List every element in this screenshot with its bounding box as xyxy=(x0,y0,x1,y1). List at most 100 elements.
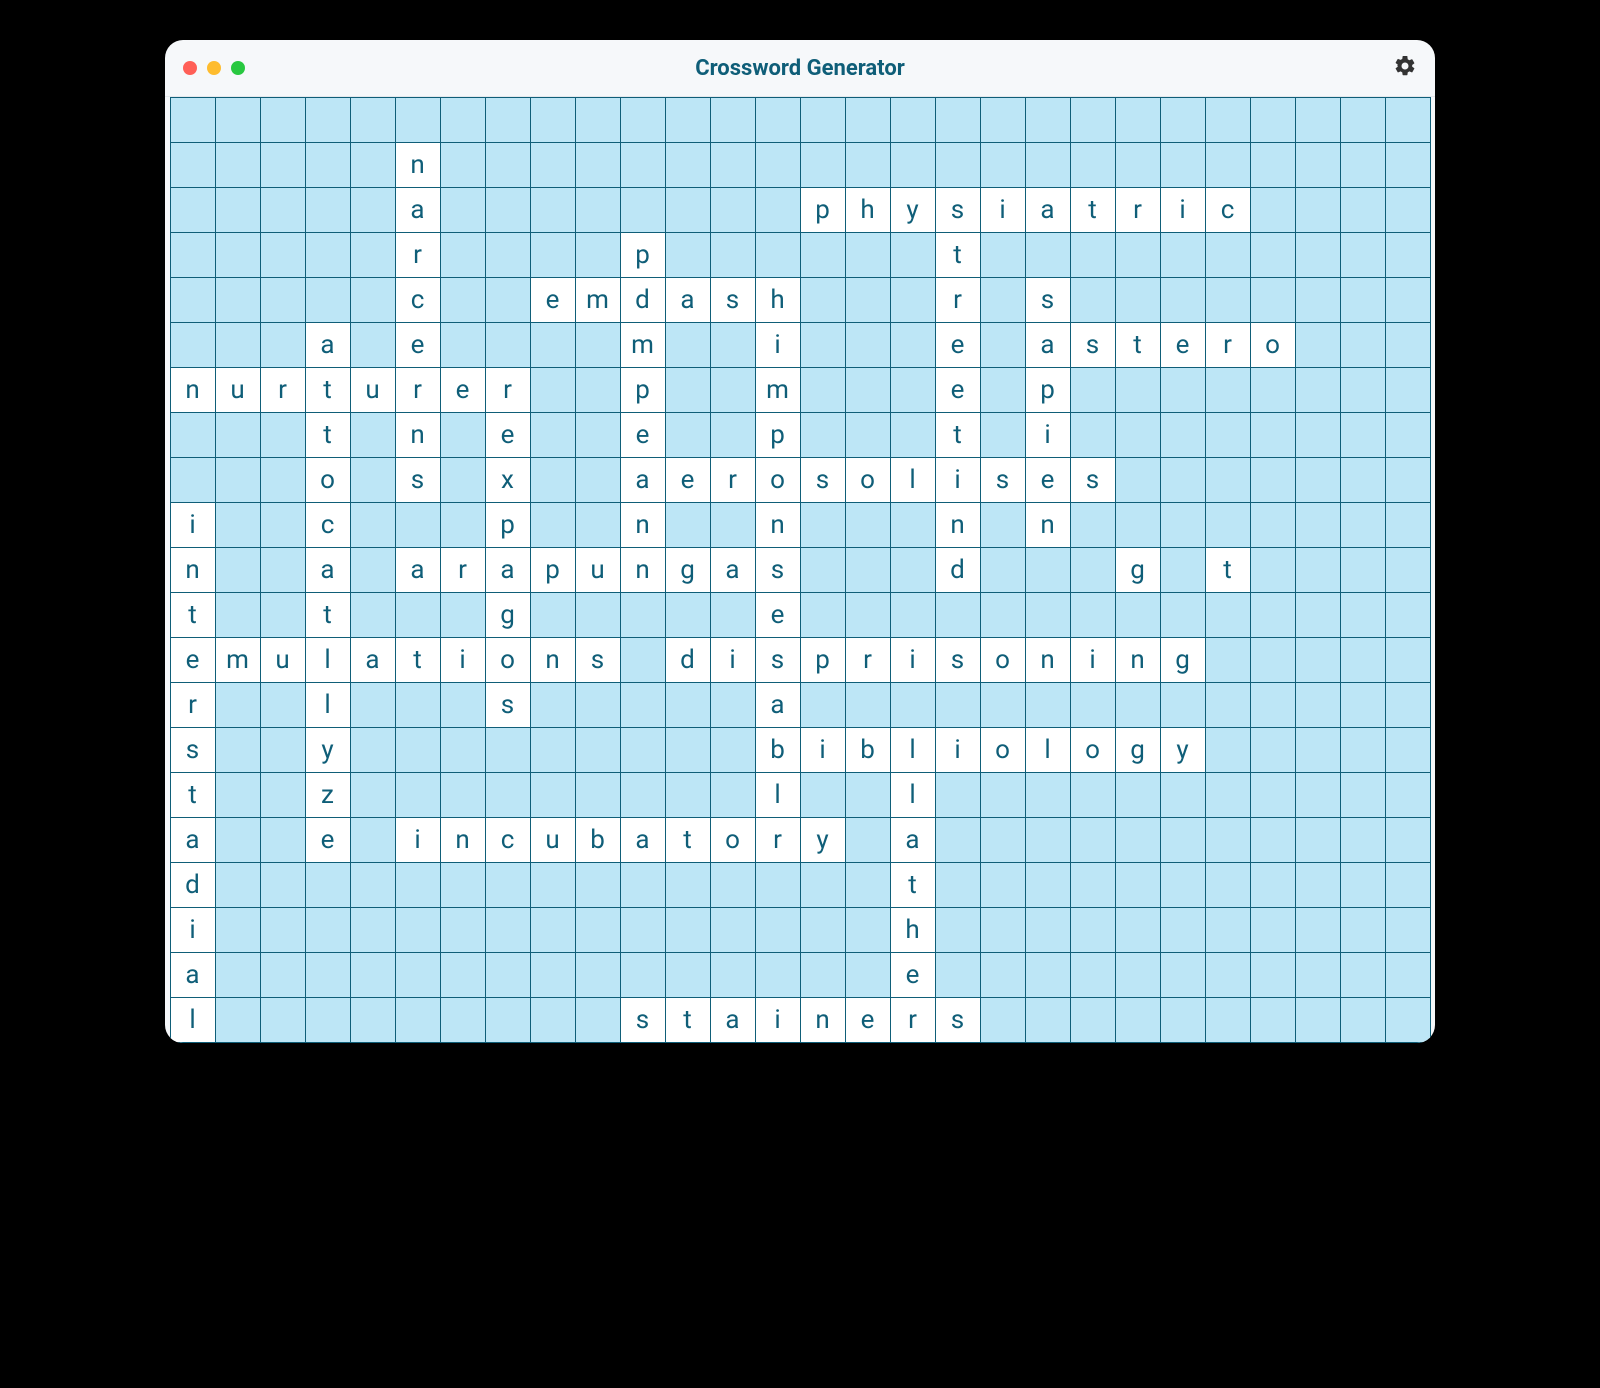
letter-cell[interactable]: z xyxy=(305,773,350,818)
letter-cell[interactable]: y xyxy=(1160,728,1205,773)
letter-cell[interactable]: a xyxy=(890,818,935,863)
letter-cell[interactable]: r xyxy=(485,368,530,413)
letter-cell[interactable]: s xyxy=(755,548,800,593)
letter-cell[interactable]: r xyxy=(395,233,440,278)
letter-cell[interactable]: b xyxy=(575,818,620,863)
letter-cell[interactable]: i xyxy=(440,638,485,683)
letter-cell[interactable]: a xyxy=(1025,188,1070,233)
letter-cell[interactable]: s xyxy=(395,458,440,503)
letter-cell[interactable]: a xyxy=(395,548,440,593)
letter-cell[interactable]: l xyxy=(890,728,935,773)
letter-cell[interactable]: r xyxy=(440,548,485,593)
letter-cell[interactable]: e xyxy=(170,638,215,683)
letter-cell[interactable]: t xyxy=(665,818,710,863)
letter-cell[interactable]: i xyxy=(170,908,215,953)
letter-cell[interactable]: t xyxy=(935,233,980,278)
letter-cell[interactable]: s xyxy=(170,728,215,773)
letter-cell[interactable]: d xyxy=(620,278,665,323)
letter-cell[interactable]: a xyxy=(710,548,755,593)
letter-cell[interactable]: n xyxy=(1025,503,1070,548)
letter-cell[interactable]: n xyxy=(755,503,800,548)
letter-cell[interactable]: s xyxy=(980,458,1025,503)
letter-cell[interactable]: i xyxy=(1070,638,1115,683)
letter-cell[interactable]: n xyxy=(530,638,575,683)
letter-cell[interactable]: m xyxy=(755,368,800,413)
letter-cell[interactable]: n xyxy=(440,818,485,863)
letter-cell[interactable]: p xyxy=(1025,368,1070,413)
letter-cell[interactable]: t xyxy=(395,638,440,683)
letter-cell[interactable]: n xyxy=(170,368,215,413)
letter-cell[interactable]: m xyxy=(215,638,260,683)
letter-cell[interactable]: i xyxy=(170,503,215,548)
letter-cell[interactable]: s xyxy=(485,683,530,728)
letter-cell[interactable]: r xyxy=(395,368,440,413)
letter-cell[interactable]: o xyxy=(845,458,890,503)
letter-cell[interactable]: s xyxy=(935,188,980,233)
letter-cell[interactable]: m xyxy=(620,323,665,368)
letter-cell[interactable]: g xyxy=(1115,548,1160,593)
letter-cell[interactable]: a xyxy=(170,818,215,863)
letter-cell[interactable]: e xyxy=(305,818,350,863)
letter-cell[interactable]: i xyxy=(755,323,800,368)
letter-cell[interactable]: o xyxy=(755,458,800,503)
letter-cell[interactable]: o xyxy=(305,458,350,503)
letter-cell[interactable]: s xyxy=(935,638,980,683)
letter-cell[interactable]: n xyxy=(1025,638,1070,683)
letter-cell[interactable]: i xyxy=(1025,413,1070,458)
letter-cell[interactable]: p xyxy=(755,413,800,458)
letter-cell[interactable]: s xyxy=(800,458,845,503)
letter-cell[interactable]: x xyxy=(485,458,530,503)
letter-cell[interactable]: s xyxy=(620,998,665,1043)
letter-cell[interactable]: l xyxy=(890,458,935,503)
letter-cell[interactable]: n xyxy=(620,503,665,548)
letter-cell[interactable]: t xyxy=(305,593,350,638)
letter-cell[interactable]: e xyxy=(530,278,575,323)
zoom-icon[interactable] xyxy=(231,61,245,75)
letter-cell[interactable]: p xyxy=(620,233,665,278)
letter-cell[interactable]: u xyxy=(350,368,395,413)
letter-cell[interactable]: p xyxy=(800,638,845,683)
letter-cell[interactable]: c xyxy=(1205,188,1250,233)
letter-cell[interactable]: e xyxy=(845,998,890,1043)
letter-cell[interactable]: t xyxy=(1070,188,1115,233)
letter-cell[interactable]: c xyxy=(305,503,350,548)
letter-cell[interactable]: e xyxy=(665,458,710,503)
letter-cell[interactable]: g xyxy=(665,548,710,593)
letter-cell[interactable]: s xyxy=(1070,458,1115,503)
letter-cell[interactable]: l xyxy=(305,638,350,683)
letter-cell[interactable]: a xyxy=(395,188,440,233)
letter-cell[interactable]: s xyxy=(935,998,980,1043)
letter-cell[interactable]: a xyxy=(710,998,755,1043)
letter-cell[interactable]: o xyxy=(485,638,530,683)
letter-cell[interactable]: a xyxy=(485,548,530,593)
letter-cell[interactable]: u xyxy=(530,818,575,863)
letter-cell[interactable]: s xyxy=(710,278,755,323)
letter-cell[interactable]: b xyxy=(845,728,890,773)
letter-cell[interactable]: l xyxy=(755,773,800,818)
letter-cell[interactable]: n xyxy=(395,413,440,458)
letter-cell[interactable]: d xyxy=(665,638,710,683)
letter-cell[interactable]: i xyxy=(890,638,935,683)
letter-cell[interactable]: n xyxy=(620,548,665,593)
letter-cell[interactable]: a xyxy=(305,323,350,368)
letter-cell[interactable]: r xyxy=(170,683,215,728)
letter-cell[interactable]: e xyxy=(1025,458,1070,503)
letter-cell[interactable]: r xyxy=(935,278,980,323)
letter-cell[interactable]: i xyxy=(755,998,800,1043)
letter-cell[interactable]: t xyxy=(1205,548,1250,593)
letter-cell[interactable]: a xyxy=(620,458,665,503)
letter-cell[interactable]: l xyxy=(170,998,215,1043)
letter-cell[interactable]: b xyxy=(755,728,800,773)
letter-cell[interactable]: p xyxy=(620,368,665,413)
letter-cell[interactable]: e xyxy=(620,413,665,458)
letter-cell[interactable]: r xyxy=(755,818,800,863)
letter-cell[interactable]: t xyxy=(170,773,215,818)
letter-cell[interactable]: g xyxy=(485,593,530,638)
letter-cell[interactable]: t xyxy=(305,368,350,413)
letter-cell[interactable]: t xyxy=(1115,323,1160,368)
letter-cell[interactable]: e xyxy=(485,413,530,458)
letter-cell[interactable]: t xyxy=(935,413,980,458)
letter-cell[interactable]: t xyxy=(665,998,710,1043)
letter-cell[interactable]: h xyxy=(755,278,800,323)
letter-cell[interactable]: e xyxy=(935,323,980,368)
